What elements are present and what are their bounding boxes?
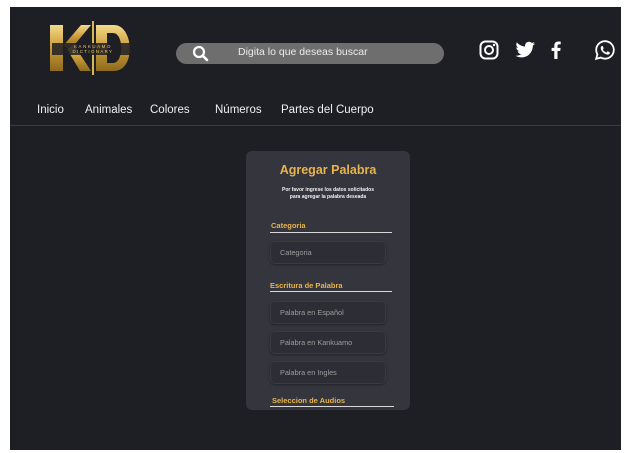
logo-mark-icon: KANKUAMO DICTIONARY <box>50 21 134 75</box>
form-description-line-2: para agregar la palabra deseada <box>289 193 367 200</box>
facebook-icon[interactable] <box>544 38 568 62</box>
english-word-input[interactable] <box>271 362 385 383</box>
category-label: Categoria <box>271 221 306 230</box>
audio-selection-underline <box>270 406 394 407</box>
nav-item-colores[interactable]: Colores <box>150 104 190 116</box>
category-input[interactable] <box>271 242 385 263</box>
word-writing-label: Escritura de Palabra <box>270 281 343 290</box>
kankuamo-word-input[interactable] <box>271 332 385 353</box>
logo-subtitle-2: DICTIONARY <box>73 49 114 54</box>
kankuamo-word-field[interactable] <box>270 331 386 354</box>
form-title: Agregar Palabra <box>279 163 377 177</box>
form-description: Por favor ingrese los datos solicitados … <box>258 187 398 200</box>
nav-item-inicio[interactable]: Inicio <box>37 104 64 116</box>
spanish-word-input[interactable] <box>271 302 385 323</box>
search-bar[interactable]: Digita lo que deseas buscar <box>176 43 444 64</box>
app-window: KANKUAMO DICTIONARY Digita lo que deseas… <box>10 7 621 450</box>
english-word-field[interactable] <box>270 361 386 384</box>
search-placeholder[interactable]: Digita lo que deseas buscar <box>238 46 368 58</box>
nav-item-partes-del-cuerpo[interactable]: Partes del Cuerpo <box>281 104 374 116</box>
category-underline <box>270 232 392 233</box>
nav-item-numeros[interactable]: Números <box>215 104 262 116</box>
whatsapp-icon[interactable] <box>593 38 617 62</box>
spanish-word-field[interactable] <box>270 301 386 324</box>
audio-selection-label: Seleccion de Audios <box>272 396 346 405</box>
instagram-icon[interactable] <box>477 38 501 62</box>
word-writing-underline <box>270 291 392 292</box>
header: KANKUAMO DICTIONARY Digita lo que deseas… <box>10 7 621 126</box>
category-field[interactable] <box>270 241 386 264</box>
twitter-icon[interactable] <box>513 38 537 62</box>
search-icon[interactable] <box>192 45 209 62</box>
nav-item-animales[interactable]: Animales <box>85 104 132 116</box>
add-word-form: Agregar Palabra Por favor ingrese los da… <box>246 151 410 410</box>
logo[interactable]: KANKUAMO DICTIONARY <box>44 19 142 77</box>
